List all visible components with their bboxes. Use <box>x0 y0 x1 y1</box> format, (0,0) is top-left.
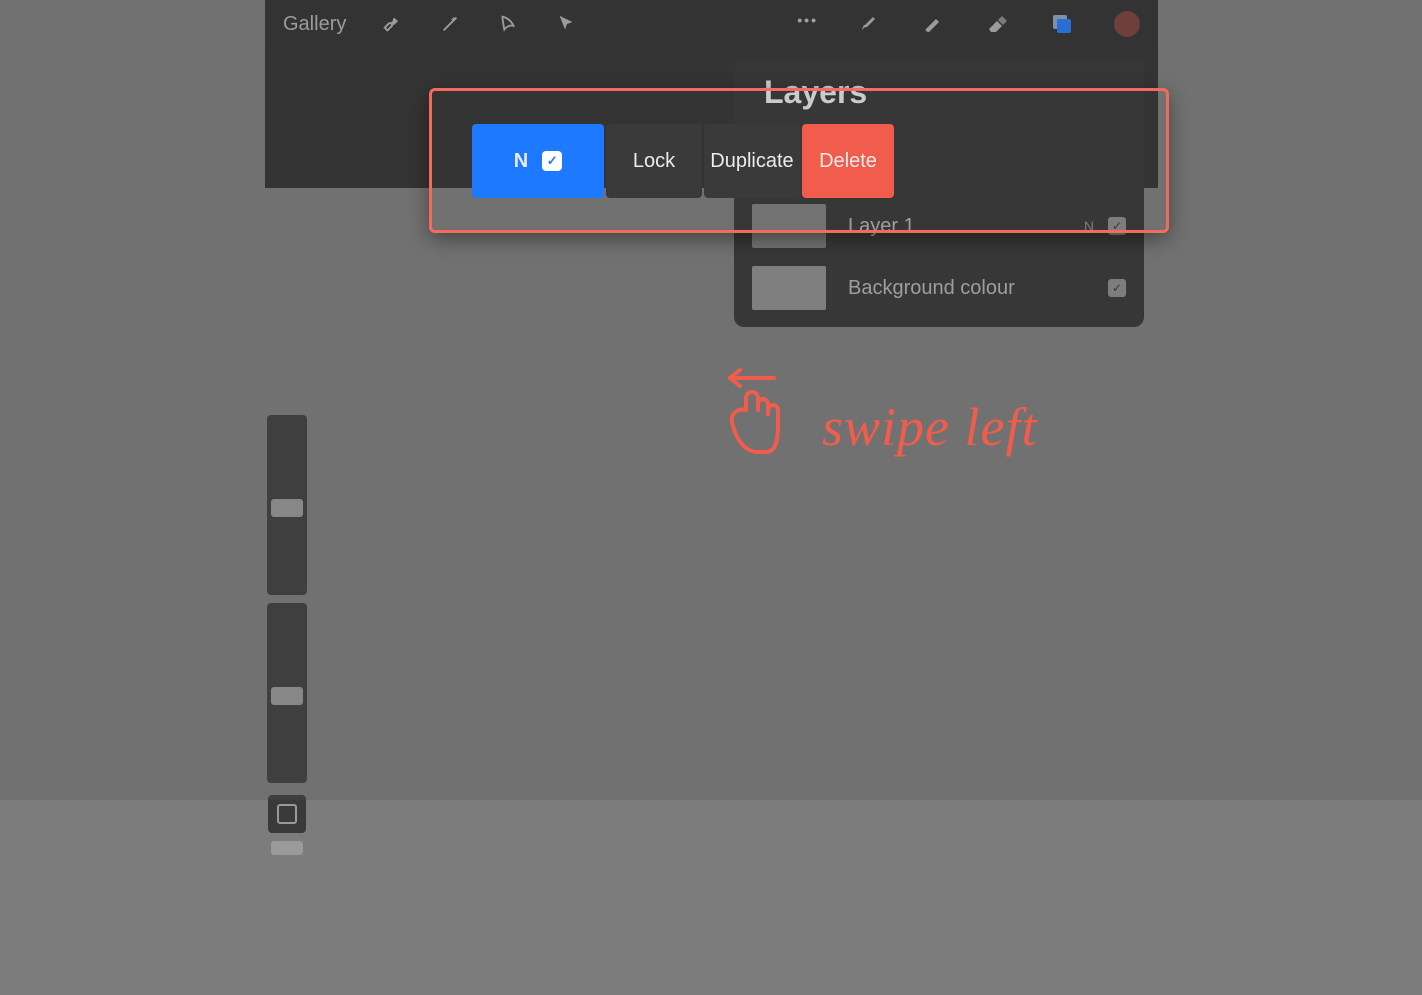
brush-opacity-slider[interactable] <box>267 603 307 783</box>
layers-panel-title: Layers <box>740 70 1138 121</box>
undo-handle[interactable] <box>271 841 303 855</box>
app-frame: Gallery ••• <box>265 0 1158 800</box>
layer-row[interactable]: Layer 1 N ✓ <box>740 195 1138 257</box>
toolbar: Gallery ••• <box>265 0 1158 48</box>
smudge-icon[interactable] <box>922 12 946 36</box>
brush-size-slider[interactable] <box>267 415 307 595</box>
duplicate-button[interactable]: Duplicate <box>704 124 800 198</box>
layer-thumbnail <box>752 266 826 310</box>
gallery-button[interactable]: Gallery <box>283 13 346 36</box>
lock-button[interactable]: Lock <box>606 124 702 198</box>
blend-mode-label: N <box>514 150 528 173</box>
delete-button[interactable]: Delete <box>802 124 894 198</box>
slider-thumb[interactable] <box>271 499 303 517</box>
more-icon[interactable]: ••• <box>797 12 818 28</box>
slider-thumb[interactable] <box>271 687 303 705</box>
layer-swipe-actions: N ✓ Lock Duplicate Delete <box>472 124 1159 198</box>
layer-blend-mode[interactable]: N <box>1084 218 1094 234</box>
square-icon <box>277 804 297 824</box>
layer-row[interactable]: Background colour ✓ <box>740 257 1138 319</box>
layer-visibility-checkbox[interactable]: ✓ <box>1108 217 1126 235</box>
layer-visibility-checkbox[interactable]: ✓ <box>542 151 562 171</box>
side-sliders <box>265 415 309 995</box>
color-swatch[interactable] <box>1114 11 1140 37</box>
layer-label: Background colour <box>848 277 1108 300</box>
layer-thumbnail <box>752 204 826 248</box>
cursor-icon[interactable] <box>554 12 578 36</box>
brush-icon[interactable] <box>858 12 882 36</box>
modify-button[interactable] <box>268 795 306 833</box>
layers-icon[interactable] <box>1050 12 1074 36</box>
eraser-icon[interactable] <box>986 12 1010 36</box>
toolbar-right: ••• <box>797 11 1140 37</box>
toolbar-left: Gallery <box>283 12 578 36</box>
selection-icon[interactable] <box>496 12 520 36</box>
layer-blend-button[interactable]: N ✓ <box>472 124 604 198</box>
layer-label: Layer 1 <box>848 215 1084 238</box>
wrench-icon[interactable] <box>380 12 404 36</box>
wand-icon[interactable] <box>438 12 462 36</box>
layer-visibility-checkbox[interactable]: ✓ <box>1108 279 1126 297</box>
